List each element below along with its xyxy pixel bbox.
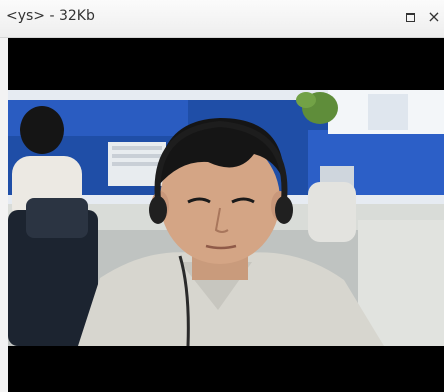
- webcam-image: [8, 90, 444, 346]
- close-icon: ×: [427, 7, 441, 26]
- window-titlebar[interactable]: <ys> - 32Kb ×: [0, 0, 444, 38]
- video-call-window: <ys> - 32Kb ×: [0, 0, 444, 392]
- window-title: <ys> - 32Kb: [6, 8, 95, 24]
- close-button[interactable]: ×: [426, 9, 442, 25]
- restore-icon: [405, 12, 415, 22]
- video-frame: [8, 90, 444, 346]
- video-feed[interactable]: [8, 38, 444, 392]
- restore-button[interactable]: [402, 9, 418, 25]
